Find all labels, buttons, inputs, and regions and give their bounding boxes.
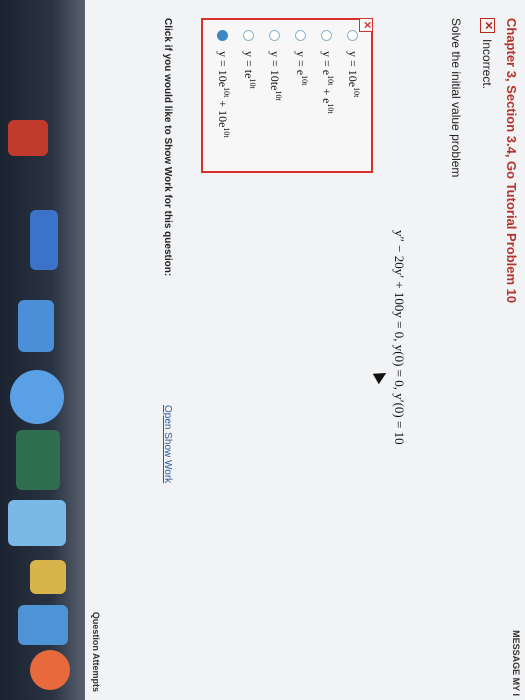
question-prompt: Solve the initial value problem <box>449 18 463 178</box>
status-row: ✕ Incorrect. <box>480 18 495 89</box>
radio-button[interactable] <box>269 30 281 41</box>
dock-app-icon[interactable] <box>8 120 48 156</box>
radio-button[interactable] <box>295 30 307 41</box>
answer-option[interactable]: y = 10e10t <box>345 30 361 97</box>
radio-button[interactable] <box>321 30 333 41</box>
answer-option[interactable]: y = e10t + e10t <box>319 30 335 114</box>
mouse-cursor-icon <box>372 367 390 385</box>
answer-option[interactable]: y = e10t <box>293 30 309 85</box>
show-work-prompt: Click if you would like to Show Work for… <box>162 18 173 277</box>
option-text: y = e10t + e10t <box>320 51 335 114</box>
radio-button[interactable] <box>243 30 255 41</box>
dock-app-icon[interactable] <box>30 560 66 594</box>
option-text: y = 10e10t + 10e10t <box>216 51 231 138</box>
question-equation: y″ − 20y′ + 100y = 0, y(0) = 0, y′(0) = … <box>392 230 407 445</box>
dock-app-icon[interactable] <box>8 500 66 546</box>
answer-option[interactable]: y = te10t <box>241 30 257 89</box>
answer-choices: ✕ y = 10e10t y = e10t + e10t y = e10t y … <box>201 18 373 173</box>
option-text: y = te10t <box>242 51 257 89</box>
dock-app-icon[interactable] <box>30 650 70 690</box>
answer-option[interactable]: y = 10te10t <box>267 30 283 101</box>
question-attempts-label: Question Attempts <box>91 611 101 692</box>
dock-app-icon[interactable] <box>18 300 54 352</box>
dock-app-icon[interactable] <box>18 605 68 645</box>
laptop-bezel-taskbar <box>0 0 86 700</box>
page-title: Chapter 3, Section 3.4, Go Tutorial Prob… <box>504 18 519 304</box>
dock-app-icon[interactable] <box>10 370 64 424</box>
x-box-icon: ✕ <box>480 18 495 33</box>
incorrect-x-icon: ✕ <box>359 18 373 32</box>
answer-option-selected[interactable]: y = 10e10t + 10e10t <box>215 30 231 138</box>
radio-button-selected[interactable] <box>217 30 229 41</box>
dock-app-icon[interactable] <box>30 210 58 270</box>
option-text: y = 10e10t <box>346 51 361 98</box>
status-label: Incorrect. <box>480 39 495 90</box>
question-page: Chapter 3, Section 3.4, Go Tutorial Prob… <box>85 0 525 700</box>
radio-button[interactable] <box>347 30 359 41</box>
message-instructor-link[interactable]: MESSAGE MY I <box>511 630 521 696</box>
option-text: y = 10te10t <box>268 51 283 101</box>
dock-app-icon[interactable] <box>16 430 60 490</box>
option-text: y = e10t <box>294 51 309 86</box>
open-show-work-link[interactable]: Open Show Work <box>162 405 173 483</box>
